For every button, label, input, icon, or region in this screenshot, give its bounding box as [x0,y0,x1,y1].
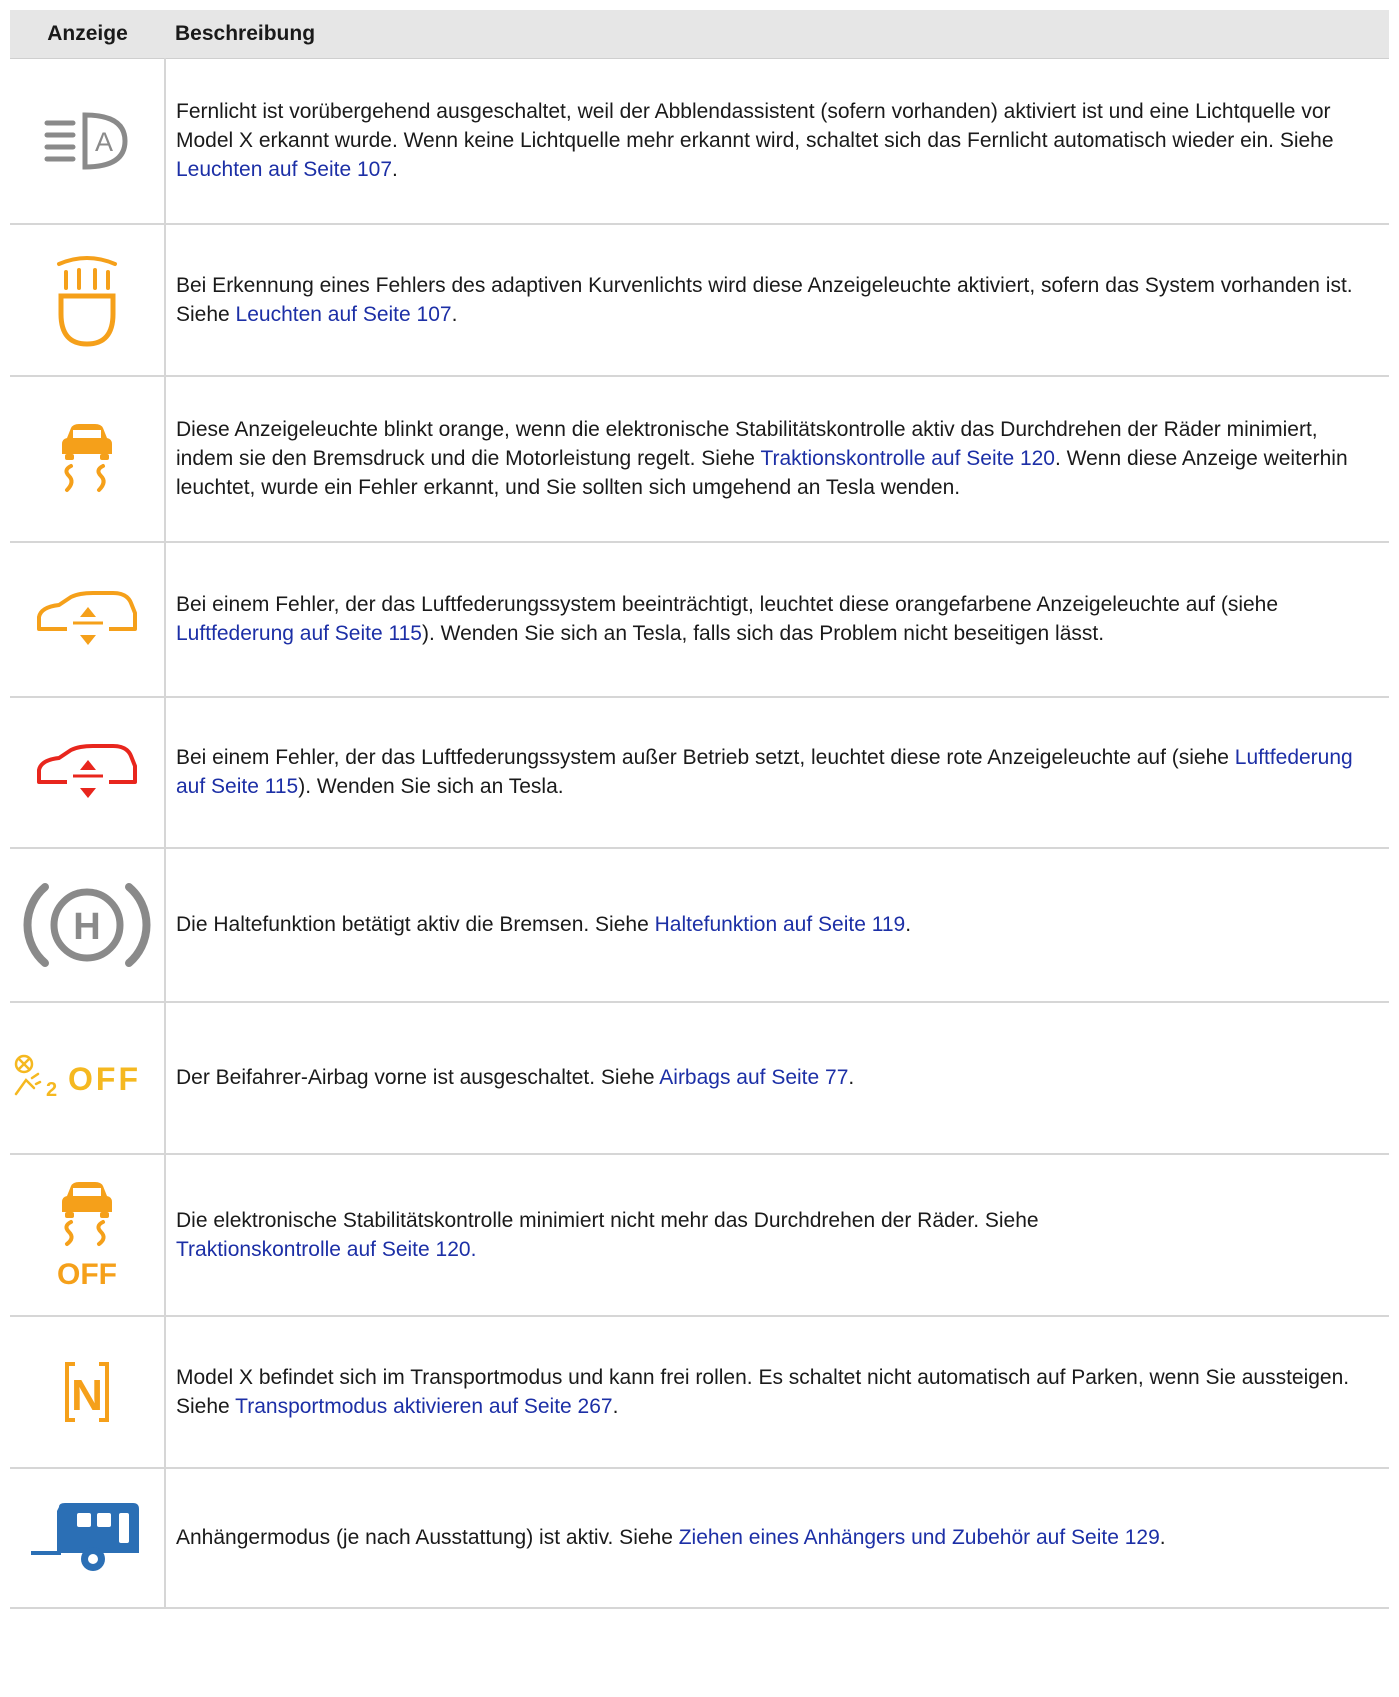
svg-text:2: 2 [46,1079,57,1101]
page-link[interactable]: Leuchten auf Seite 107 [236,303,452,326]
traction-control-icon [62,423,112,492]
description-cell: Model X befindet sich im Transportmodus … [165,1315,1389,1469]
page-link[interactable]: Haltefunktion auf Seite 119 [655,913,906,936]
table-row: Diese Anzeigeleuchte blinkt orange, wenn… [10,375,1389,543]
page-link[interactable]: Leuchten auf Seite 107 [176,158,392,181]
page-link[interactable]: Luftfederung auf Seite 115 [176,622,422,645]
description-cell: Bei einem Fehler, der das Luftfederungss… [165,696,1389,849]
svg-text:H: H [73,906,100,948]
description-cell: Die Haltefunktion betätigt aktiv die Bre… [165,847,1389,1003]
table-row: Bei einem Fehler, der das Luftfederungss… [10,696,1389,849]
page-link[interactable]: Airbags auf Seite 77 [659,1066,848,1089]
passenger-airbag-off-icon: 2 OFF [14,1054,141,1101]
air-suspension-fault-icon [37,744,137,798]
svg-text:OFF: OFF [57,1258,117,1290]
transport-mode-icon: N [65,1361,109,1422]
page-link[interactable]: Transportmodus aktivieren auf Seite 267 [235,1395,612,1418]
traction-control-off-icon: OFF [57,1181,117,1290]
svg-text:OFF: OFF [68,1061,141,1097]
page-link[interactable]: Ziehen eines Anhängers und Zubehör auf S… [679,1526,1160,1549]
table-row: Anhängermodus (je nach Ausstattung) ist … [10,1467,1389,1609]
description-cell: Diese Anzeigeleuchte blinkt orange, wenn… [165,375,1389,543]
air-suspension-warning-icon [37,591,137,645]
column-header-indicator: Anzeige [10,10,165,59]
indicator-table: Anzeige Beschreibung A Fernlicht ist vor… [10,10,1389,1609]
description-cell: Die elektronische Stabilitätskontrolle m… [165,1153,1389,1317]
description-cell: Anhängermodus (je nach Ausstattung) ist … [165,1467,1389,1609]
svg-text:A: A [95,127,113,157]
adaptive-headlight-fault-icon [57,255,117,347]
column-header-description: Beschreibung [165,10,1389,59]
page-link[interactable]: Traktionskontrolle auf Seite 120 [760,447,1055,470]
table-row: N Model X befindet sich im Transportmodu… [10,1315,1389,1469]
vehicle-hold-icon: H [23,882,151,967]
table-row: 2 OFF Der Beifahrer-Airbag vorne ist aus… [10,1001,1389,1155]
trailer-mode-icon [31,1502,139,1571]
table-row: OFF Die elektronische Stabilitätskontrol… [10,1153,1389,1317]
auto-high-beam-off-icon: A [44,112,128,170]
description-cell: Bei einem Fehler, der das Luftfederungss… [165,541,1389,698]
description-cell: Fernlicht ist vorübergehend ausgeschalte… [165,58,1389,225]
page-link[interactable]: Traktionskontrolle auf Seite 120 [176,1238,471,1261]
description-cell: Bei Erkennung eines Fehlers des adaptive… [165,223,1389,377]
table-row: Bei Erkennung eines Fehlers des adaptive… [10,223,1389,377]
table-row: Bei einem Fehler, der das Luftfederungss… [10,541,1389,698]
table-row: H Die Haltefunktion betätigt aktiv die B… [10,847,1389,1003]
table-row: A Fernlicht ist vorübergehend ausgeschal… [10,58,1389,225]
svg-text:N: N [71,1371,103,1420]
description-cell: Der Beifahrer-Airbag vorne ist ausgescha… [165,1001,1389,1155]
table-header: Anzeige Beschreibung [10,10,1389,59]
